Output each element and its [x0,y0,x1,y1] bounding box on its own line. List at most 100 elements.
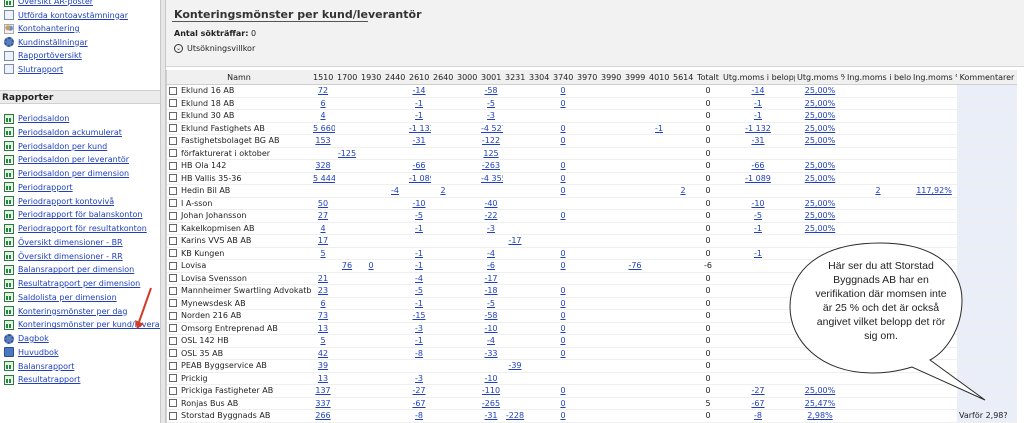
row-checkbox[interactable] [169,149,177,158]
account-amount-link[interactable]: 0 [560,336,565,345]
account-amount-link[interactable]: -22 [484,211,497,220]
account-amount-link[interactable]: -4 [487,249,495,258]
utg-pct-link[interactable]: 25,00% [805,124,836,133]
column-header-3304[interactable]: 3304 [527,70,551,85]
account-amount-link[interactable]: -66 [412,161,425,170]
sidebar-item-balansrapport[interactable]: Balansrapport [4,360,74,373]
pattern-table-container[interactable]: Namn 1510 1700 1930 2440 2610 2640 3000 3001 3231… [166,70,1024,423]
account-amount-link[interactable]: 73 [318,311,328,320]
row-checkbox[interactable] [169,361,177,370]
account-amount-link[interactable]: -18 [484,286,497,295]
account-amount-link[interactable]: -33 [484,349,497,358]
account-amount-link[interactable]: -58 [484,86,497,95]
account-amount-link[interactable]: 125 [483,149,498,158]
comment-cell[interactable] [957,397,1017,410]
comment-cell[interactable] [957,272,1017,285]
sidebar-item-label[interactable]: Periodsaldon per kund [18,142,107,151]
utg-pct-link[interactable]: 25,00% [805,199,836,208]
account-amount-link[interactable]: 23 [318,286,328,295]
account-amount-link[interactable]: 4 [320,224,325,233]
account-amount-link[interactable]: 0 [560,186,565,195]
sidebar-item-label[interactable]: Periodsaldon per leverantör [18,155,129,164]
sidebar-item-periodrapport-för-balanskonton[interactable]: Periodrapport för balanskonton [4,208,142,221]
sidebar-item-label[interactable]: Balansrapport per dimension [18,265,134,274]
comment-cell[interactable] [957,284,1017,298]
account-amount-link[interactable]: -3 [415,324,423,333]
account-amount-link[interactable]: -5 [487,99,495,108]
account-amount-link[interactable]: 0 [560,136,565,145]
row-checkbox[interactable] [169,99,177,108]
account-amount-link[interactable]: -39 [508,361,521,370]
sidebar-item-utförda-kontoavstämningar[interactable]: Utförda kontoavstämningar [4,9,128,22]
account-amount-link[interactable]: -4 527 [481,124,503,133]
account-amount-link[interactable]: 0 [560,211,565,220]
sidebar-item-label[interactable]: Kontohantering [18,24,80,33]
sidebar-item-label[interactable]: Utförda kontoavstämningar [18,11,128,20]
row-checkbox[interactable] [169,374,177,383]
account-amount-link[interactable]: -3 [487,111,495,120]
account-amount-link[interactable]: -4 [391,186,399,195]
column-header-kommentarer[interactable]: Kommentarer [957,70,1017,85]
account-amount-link[interactable]: -15 [412,311,425,320]
sidebar-item-label[interactable]: Saldolista per dimension [18,293,117,302]
account-amount-link[interactable]: -4 [487,336,495,345]
row-checkbox[interactable] [169,411,177,420]
comment-cell[interactable] [957,109,1017,123]
account-amount-link[interactable]: -3 [415,374,423,383]
sidebar-item-label[interactable]: Översikt dimensioner - BR [18,238,123,247]
row-checkbox[interactable] [169,249,177,258]
account-amount-link[interactable]: -14 [412,86,425,95]
search-criteria-toggle[interactable]: ⌄ Utsökningsvillkor [174,44,255,53]
comment-cell[interactable] [957,334,1017,348]
account-amount-link[interactable]: 0 [560,286,565,295]
row-checkbox[interactable] [169,336,177,345]
column-header-3999[interactable]: 3999 [623,70,647,85]
utg-belopp-link[interactable]: -67 [751,399,764,408]
sidebar-item-label[interactable]: Dagbok [18,334,49,343]
utg-belopp-link[interactable]: -14 [751,86,764,95]
sidebar-item-resultatrapport-per-dimension[interactable]: Resultatrapport per dimension [4,277,140,290]
comment-cell[interactable] [957,347,1017,360]
account-amount-link[interactable]: 6 [320,99,325,108]
account-amount-link[interactable]: -58 [484,311,497,320]
column-header-3000[interactable]: 3000 [455,70,479,85]
comment-cell[interactable] [957,322,1017,335]
comment-cell[interactable] [957,247,1017,260]
account-amount-link[interactable]: -8 [415,349,423,358]
account-amount-link[interactable]: -122 [482,136,500,145]
account-amount-link[interactable]: 13 [318,324,328,333]
account-amount-link[interactable]: 0 [560,399,565,408]
account-amount-link[interactable]: -3 [487,224,495,233]
account-amount-link[interactable]: -4 [415,274,423,283]
account-amount-link[interactable]: 42 [318,349,328,358]
sidebar-item-label[interactable]: Periodrapport [18,183,73,192]
column-header-2640[interactable]: 2640 [431,70,455,85]
row-checkbox[interactable] [169,224,177,233]
account-amount-link[interactable]: 5 [320,249,325,258]
account-amount-link[interactable]: -263 [482,161,500,170]
sidebar-item-label[interactable]: Huvudbok [18,348,59,357]
row-checkbox[interactable] [169,324,177,333]
row-checkbox[interactable] [169,174,177,183]
row-checkbox[interactable] [169,124,177,133]
account-amount-link[interactable]: 27 [318,211,328,220]
account-amount-link[interactable]: 0 [560,86,565,95]
account-amount-link[interactable]: 4 [320,111,325,120]
utg-pct-link[interactable]: 25,00% [805,386,836,395]
account-amount-link[interactable]: -5 [487,299,495,308]
sidebar-item-huvudbok[interactable]: Huvudbok [4,346,59,359]
account-amount-link[interactable]: -10 [484,324,497,333]
sidebar-item-översikt-dimensioner-rr[interactable]: Översikt dimensioner - RR [4,250,123,263]
utg-pct-link[interactable]: 25,00% [805,174,836,183]
sidebar-item-label[interactable]: Resultatrapport per dimension [18,279,140,288]
account-amount-link[interactable]: 266 [315,411,330,420]
account-amount-link[interactable]: 5 660 [313,124,335,133]
comment-cell[interactable] [957,184,1017,198]
comment-cell[interactable] [957,372,1017,385]
sidebar-item-label[interactable]: Periodrapport kontovivå [18,197,114,206]
account-amount-link[interactable]: 153 [315,136,330,145]
account-amount-link[interactable]: 0 [560,99,565,108]
account-amount-link[interactable]: -76 [628,261,641,270]
account-amount-link[interactable]: -4 355 [481,174,503,183]
column-header-3231[interactable]: 3231 [503,70,527,85]
